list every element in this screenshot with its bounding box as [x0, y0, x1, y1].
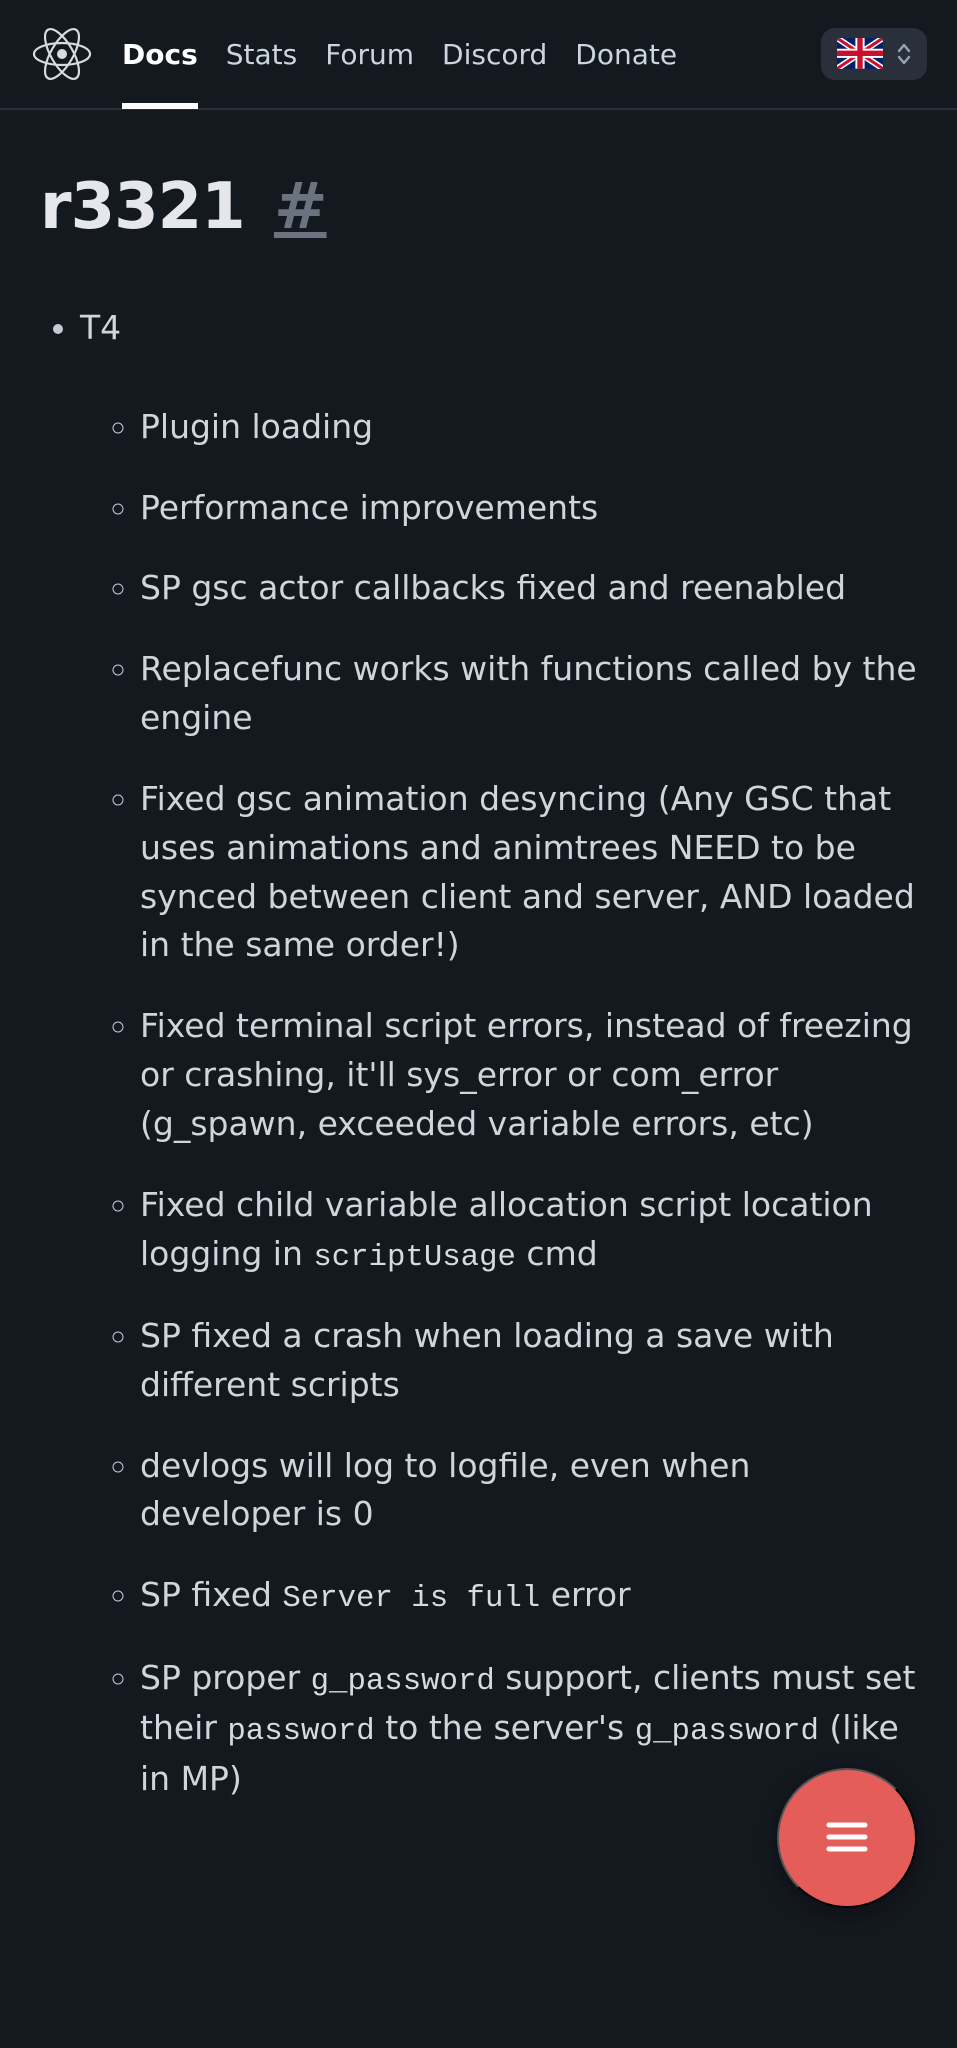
changelog-items: Plugin loading Performance improvements … [80, 403, 917, 1804]
changelog-item: Fixed terminal script errors, instead of… [140, 1002, 917, 1148]
main-nav: Docs Stats Forum Discord Donate [122, 0, 793, 108]
nav-docs[interactable]: Docs [122, 0, 198, 108]
anchor-link[interactable]: # [274, 170, 327, 244]
toc-fab-button[interactable] [777, 1768, 917, 1908]
title-text: r3321 [40, 170, 245, 244]
text: SP proper [140, 1658, 311, 1697]
page-content: r3321 # T4 Plugin loading Performance im… [0, 110, 957, 1995]
text: to the server's [375, 1708, 635, 1747]
text: error [540, 1575, 630, 1614]
changelog-item: Plugin loading [140, 403, 917, 452]
logo-icon[interactable] [30, 22, 94, 86]
text: SP fixed [140, 1575, 282, 1614]
top-nav: Docs Stats Forum Discord Donate [0, 0, 957, 110]
inline-code: Server is full [282, 1581, 540, 1616]
changelog-item: SP fixed Server is full error [140, 1571, 917, 1621]
menu-icon [819, 1809, 875, 1868]
inline-code: g_password [311, 1664, 495, 1699]
nav-stats[interactable]: Stats [226, 0, 297, 108]
changelog-item: SP gsc actor callbacks fixed and reenabl… [140, 564, 917, 613]
page-title: r3321 # [40, 170, 917, 244]
flag-uk-icon [837, 38, 883, 70]
changelog-item: Replacefunc works with functions called … [140, 645, 917, 743]
nav-donate[interactable]: Donate [575, 0, 677, 108]
inline-code: g_password [635, 1714, 819, 1749]
nav-forum[interactable]: Forum [325, 0, 414, 108]
section-label: T4 [80, 308, 121, 347]
text: cmd [516, 1234, 598, 1273]
changelog-item: SP proper g_password support, clients mu… [140, 1654, 917, 1804]
nav-discord[interactable]: Discord [442, 0, 547, 108]
changelog-item: devlogs will log to logfile, even when d… [140, 1442, 917, 1540]
changelog-root: T4 Plugin loading Performance improvemen… [40, 304, 917, 1803]
changelog-item: Fixed gsc animation desyncing (Any GSC t… [140, 775, 917, 970]
inline-code: scriptUsage [313, 1240, 516, 1275]
language-selector[interactable] [821, 28, 927, 80]
changelog-item: Fixed child variable allocation script l… [140, 1181, 917, 1280]
changelog-section: T4 Plugin loading Performance improvemen… [80, 304, 917, 1803]
changelog-item: Performance improvements [140, 484, 917, 533]
chevron-up-down-icon [897, 43, 911, 65]
changelog-item: SP fixed a crash when loading a save wit… [140, 1312, 917, 1410]
inline-code: password [227, 1714, 374, 1749]
